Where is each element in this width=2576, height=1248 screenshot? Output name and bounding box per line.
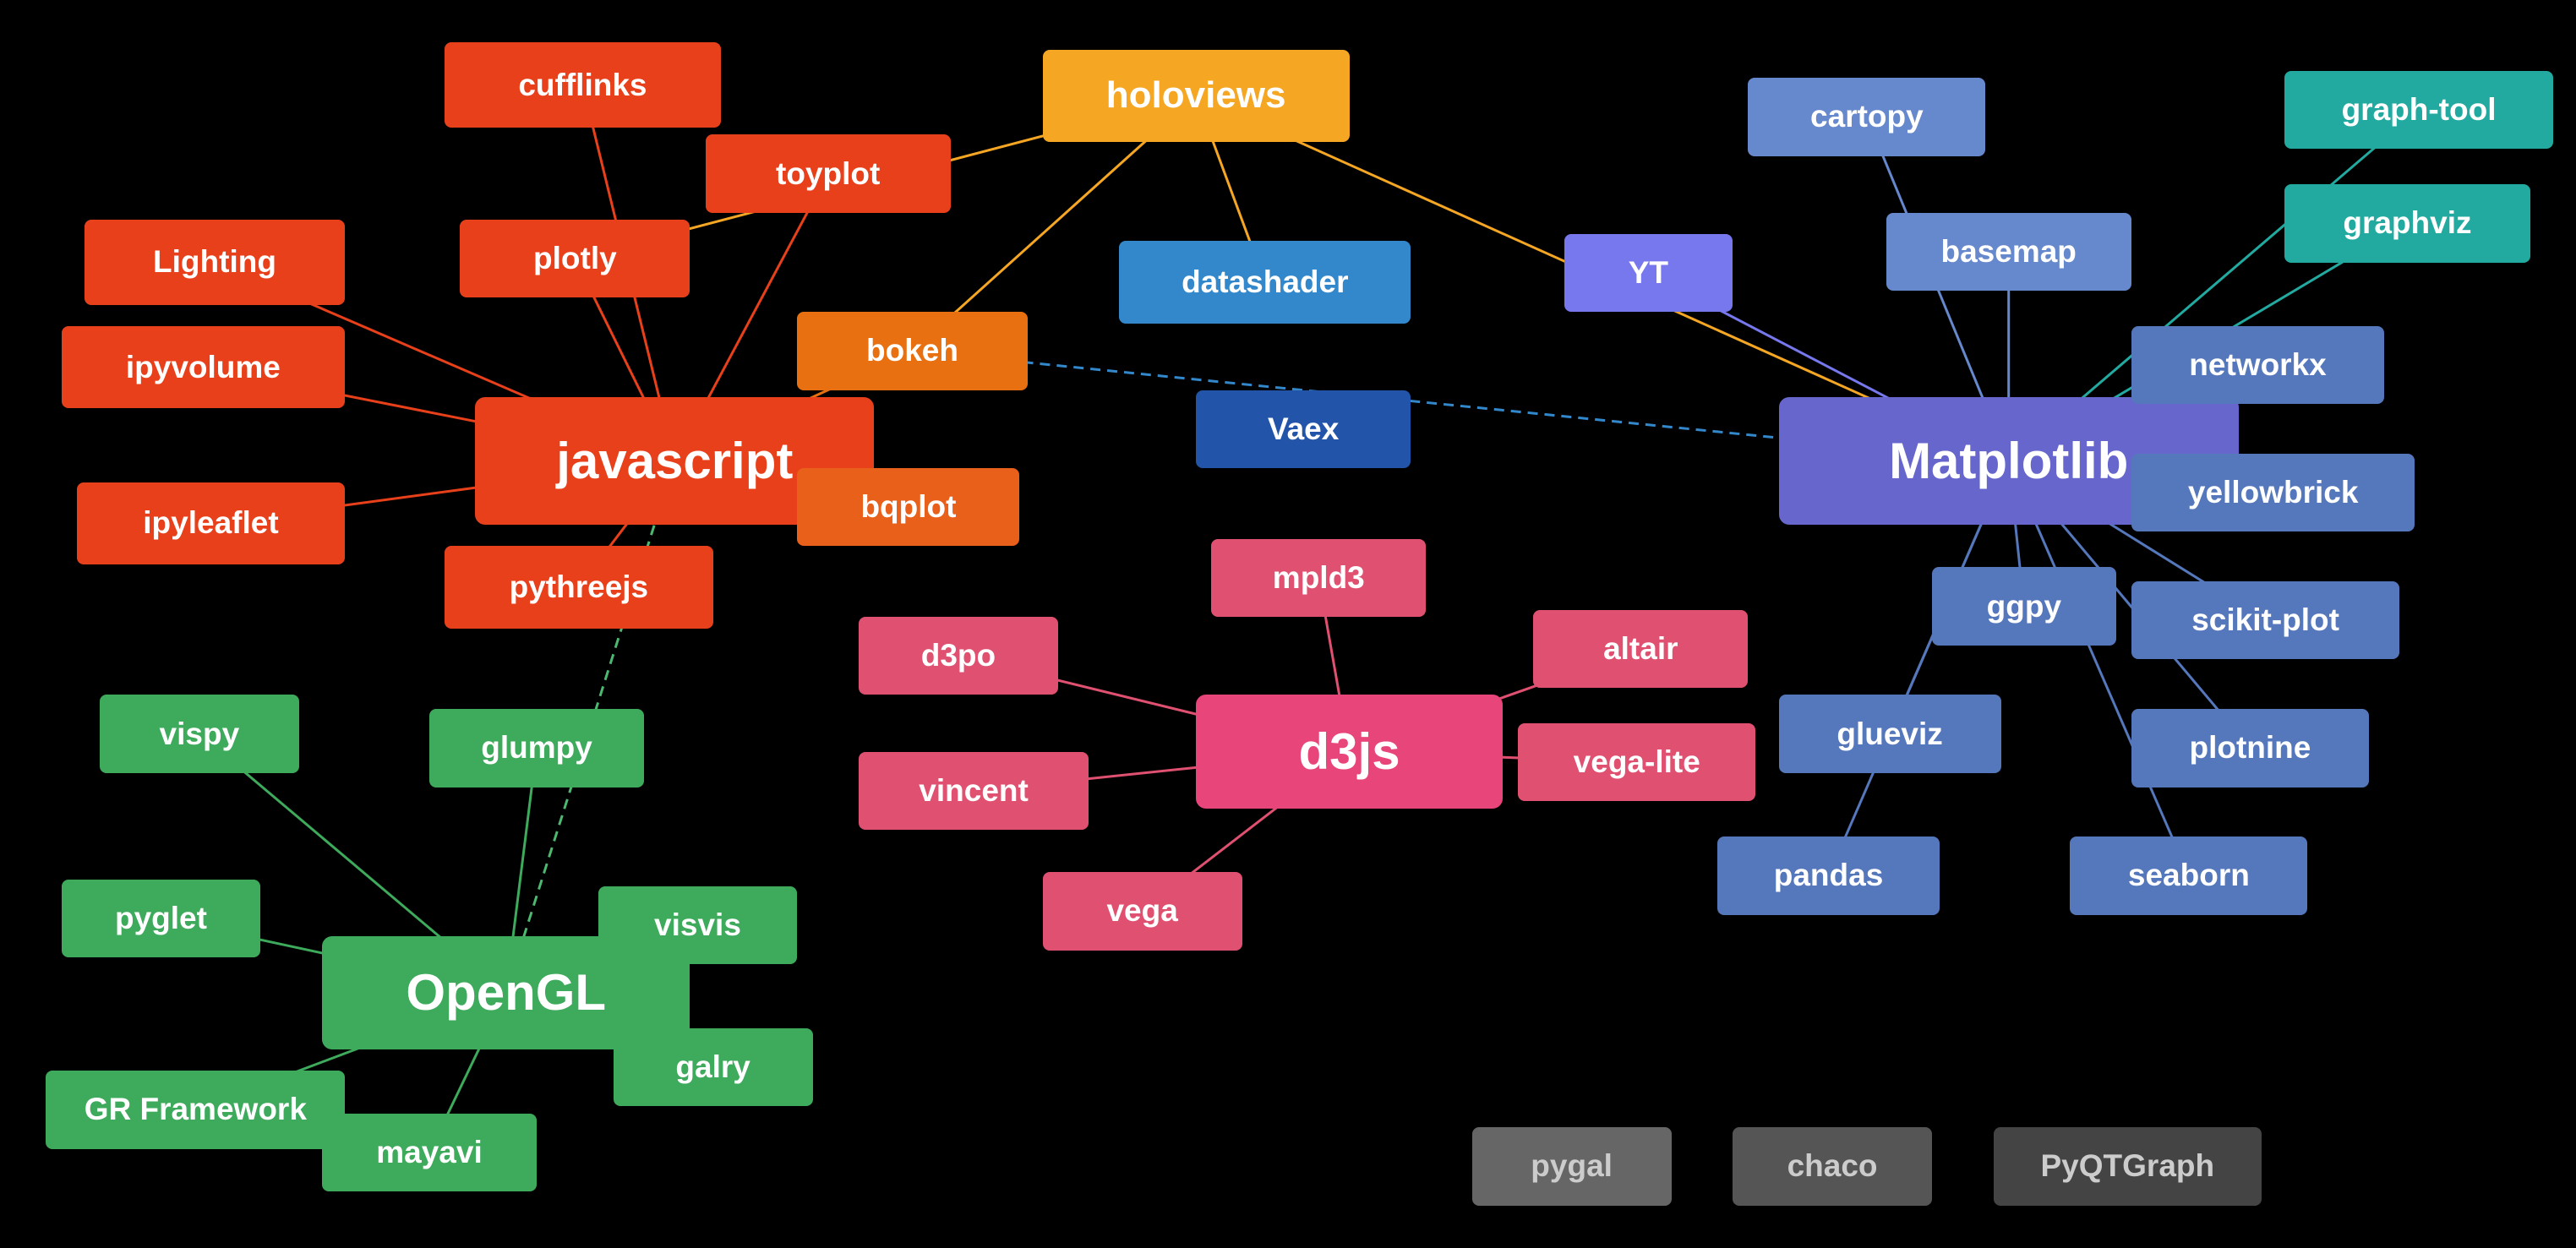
graph-visualization [0,0,2576,1248]
